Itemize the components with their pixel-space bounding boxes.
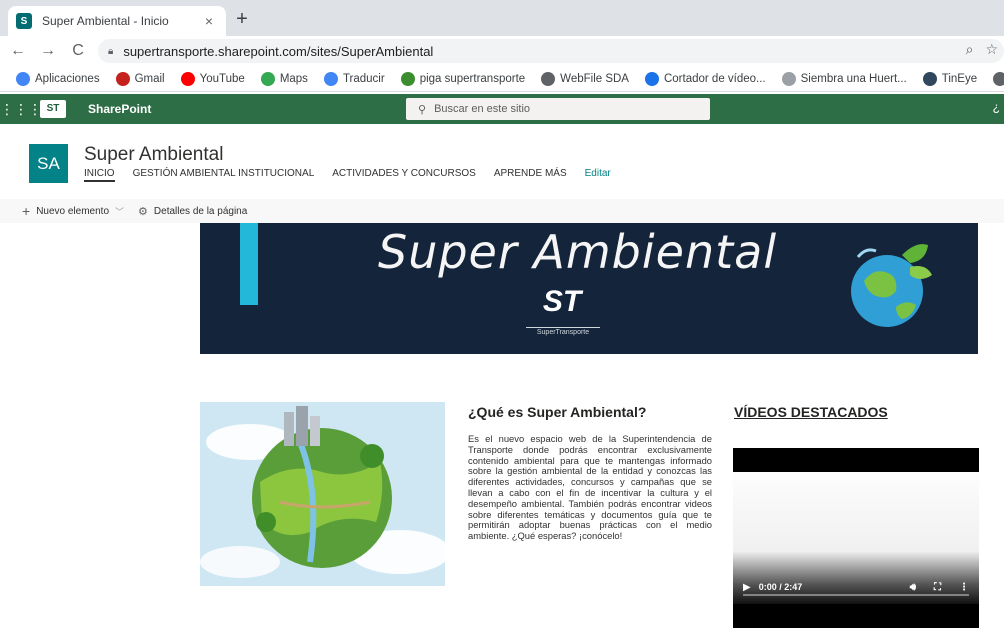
bookmark-favicon-icon	[16, 71, 30, 86]
bookmark-item[interactable]: TinEye	[922, 71, 978, 86]
banner-title: Super Ambiental	[378, 225, 778, 279]
bookmark-item[interactable]: Siembra una Huert...	[781, 71, 907, 86]
page-details-button[interactable]: Detalles de la página	[154, 206, 247, 217]
tab-title: Super Ambiental - Inicio	[42, 14, 169, 28]
featured-videos-heading[interactable]: VÍDEOS DESTACADOS	[734, 404, 888, 420]
about-heading: ¿Qué es Super Ambiental?	[468, 404, 647, 420]
settings-icon[interactable]: ⚙	[138, 205, 148, 218]
app-launcher-icon[interactable]: ⋮⋮⋮	[0, 101, 42, 118]
sharepoint-favicon-icon: S	[16, 13, 32, 29]
bookmark-label: YouTube	[199, 72, 245, 85]
sharepoint-app-name[interactable]: SharePoint	[88, 102, 151, 116]
site-title[interactable]: Super Ambiental	[84, 144, 223, 166]
suite-bar: ⋮⋮⋮ ST SharePoint ⚲ Buscar en este sitio…	[0, 94, 1004, 124]
bookmark-label: Cortador de vídeo...	[663, 72, 766, 85]
play-icon[interactable]: ▶	[743, 582, 751, 593]
new-tab-button[interactable]: +	[230, 8, 254, 32]
zoom-icon[interactable]: ⌕	[966, 41, 974, 58]
bookmark-label: TinEye	[941, 72, 978, 85]
bookmark-item[interactable]: Cortador de vídeo...	[644, 71, 766, 86]
bookmark-item[interactable]: YouTube	[180, 71, 245, 86]
bookmark-label: Gmail	[134, 72, 165, 85]
about-paragraph: Es el nuevo espacio web de la Superinten…	[468, 433, 712, 542]
supertransporte-logo: ST	[542, 285, 582, 318]
green-planet-image	[200, 402, 445, 586]
tab-close-icon[interactable]: ×	[200, 13, 218, 29]
bookmark-label: Traducir	[342, 72, 385, 85]
bookmark-favicon-icon	[644, 71, 659, 86]
bookmark-favicon-icon	[993, 71, 1004, 86]
back-button[interactable]: ←	[6, 42, 30, 60]
hero-banner: Super Ambiental ST SuperTransporte	[200, 223, 978, 354]
lock-icon: 🔒︎	[108, 45, 114, 57]
site-header: SA Super Ambiental INICIO GESTIÓN AMBIEN…	[0, 124, 1004, 196]
search-icon: ⚲	[418, 103, 427, 116]
nav-actividades-concursos[interactable]: ACTIVIDADES Y CONCURSOS	[332, 168, 476, 182]
bookmark-item[interactable]: piga supertransporte	[400, 71, 526, 86]
video-player[interactable]: ▶ 0:00 / 2:47 🔊︎ ⛶ ⋮	[733, 448, 979, 628]
plus-icon[interactable]: +	[22, 203, 30, 219]
bookmark-label: Maps	[279, 72, 308, 85]
site-logo[interactable]: SA	[29, 144, 68, 183]
help-icon[interactable]: ¿	[993, 100, 1000, 114]
bookmark-label: Aplicaciones	[35, 72, 100, 85]
edit-nav-link[interactable]: Editar	[585, 168, 611, 182]
video-time: 0:00 / 2:47	[758, 582, 803, 592]
bookmark-favicon-icon	[541, 71, 556, 86]
browser-tabstrip: S Super Ambiental - Inicio × +	[0, 0, 1004, 36]
url-input[interactable]: 🔒︎ supertransporte.sharepoint.com/sites/…	[98, 39, 1004, 63]
bookmark-favicon-icon	[180, 71, 195, 86]
bookmark-item[interactable]: Aplicaciones	[16, 71, 100, 86]
reload-button[interactable]: C	[66, 42, 90, 60]
search-placeholder: Buscar en este sitio	[434, 103, 531, 115]
browser-tab[interactable]: S Super Ambiental - Inicio ×	[8, 6, 226, 36]
nav-gestion-ambiental[interactable]: GESTIÓN AMBIENTAL INSTITUCIONAL	[133, 168, 315, 182]
url-text: supertransporte.sharepoint.com/sites/Sup…	[123, 43, 434, 59]
bookmark-item[interactable]: Maps	[260, 71, 308, 86]
earth-globe-icon	[851, 244, 932, 327]
nav-inicio[interactable]: INICIO	[84, 168, 115, 182]
nav-aprende-mas[interactable]: APRENDE MÁS	[494, 168, 567, 182]
video-progress-bar[interactable]	[743, 594, 969, 596]
volume-icon[interactable]: 🔊︎	[910, 582, 916, 593]
supertransporte-logo-subtitle: SuperTransporte	[526, 327, 600, 336]
bookmark-favicon-icon	[400, 71, 415, 86]
bookmark-item[interactable]: Gmail	[115, 71, 165, 86]
bookmark-label: piga supertransporte	[419, 72, 526, 85]
organization-logo[interactable]: ST	[40, 100, 66, 118]
new-item-button[interactable]: Nuevo elemento	[36, 206, 109, 217]
bookmark-favicon-icon	[323, 71, 338, 86]
bookmark-item[interactable]: SECOP II	[993, 71, 1004, 86]
more-options-icon[interactable]: ⋮	[959, 582, 969, 593]
video-controls: ▶ 0:00 / 2:47 🔊︎ ⛶ ⋮	[733, 570, 979, 604]
forward-button[interactable]: →	[36, 42, 60, 60]
bookmark-item[interactable]: WebFile SDA	[541, 71, 629, 86]
address-bar-row: ← → C 🔒︎ supertransporte.sharepoint.com/…	[0, 36, 1004, 66]
bookmark-star-icon[interactable]: ☆	[985, 41, 998, 58]
banner-stripe	[240, 223, 258, 305]
fullscreen-icon[interactable]: ⛶	[934, 582, 941, 593]
bookmark-favicon-icon	[260, 71, 275, 86]
bookmark-favicon-icon	[781, 71, 796, 86]
bookmark-label: Siembra una Huert...	[800, 72, 907, 85]
bookmark-label: WebFile SDA	[560, 72, 629, 85]
site-navigation: INICIO GESTIÓN AMBIENTAL INSTITUCIONAL A…	[84, 168, 611, 182]
command-bar: + Nuevo elemento ﹀ ⚙ Detalles de la pági…	[0, 199, 1004, 223]
chevron-down-icon[interactable]: ﹀	[115, 205, 124, 218]
bookmark-favicon-icon	[922, 71, 937, 86]
site-search-input[interactable]: ⚲ Buscar en este sitio	[406, 98, 710, 120]
bookmarks-bar: Aplicaciones Gmail YouTube Maps Traducir piga…	[0, 66, 1004, 92]
bookmark-favicon-icon	[115, 71, 130, 86]
bookmark-item[interactable]: Traducir	[323, 71, 385, 86]
